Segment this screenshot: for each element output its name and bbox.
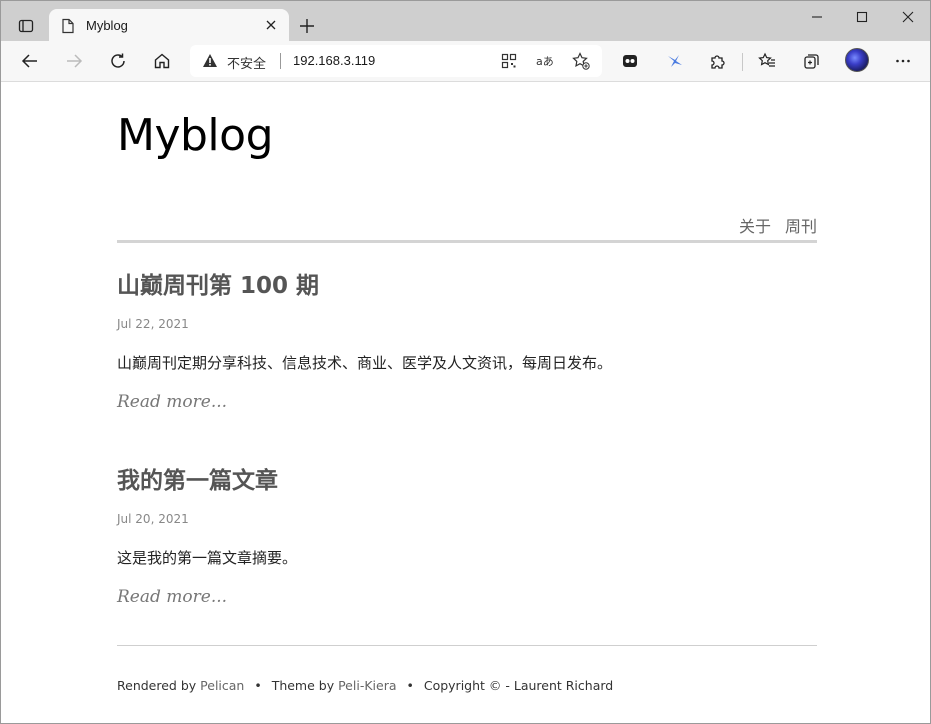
address-bar[interactable]: 不安全 192.168.3.119 aあ — [190, 45, 602, 77]
site-nav: 关于 周刊 — [725, 213, 817, 237]
footer-copyright: Copyright © - Laurent Richard — [423, 678, 614, 693]
svg-text:aあ: aあ — [536, 55, 554, 68]
page-icon — [61, 18, 75, 38]
nav-item-about[interactable]: 关于 — [739, 217, 771, 236]
footer: Rendered by Pelican • Theme by Peli-Kier… — [117, 678, 613, 693]
star-add-icon[interactable] — [571, 52, 591, 70]
browser-window: Myblog 不安全 192.168.3.119 aあ Myblog 关于 周刊… — [0, 0, 931, 724]
refresh-icon[interactable] — [106, 49, 130, 73]
nav-item-weekly[interactable]: 周刊 — [785, 217, 817, 236]
footer-rendered-by: Rendered by — [117, 678, 197, 693]
footer-bullet: • — [406, 678, 414, 693]
article-title[interactable]: 我的第一篇文章 — [117, 461, 278, 495]
home-icon[interactable] — [150, 49, 174, 73]
back-arrow-icon[interactable] — [18, 49, 42, 73]
browser-tab[interactable]: Myblog — [49, 9, 289, 42]
nav-divider — [117, 240, 817, 243]
article-date: Jul 20, 2021 — [117, 512, 189, 526]
plus-icon[interactable] — [296, 15, 318, 37]
article-summary: 山巅周刊定期分享科技、信息技术、商业、医学及人文资讯，每周日发布。 — [117, 354, 613, 372]
tab-title: Myblog — [86, 18, 128, 33]
insecure-label[interactable]: 不安全 — [227, 53, 266, 72]
title-bar: Myblog — [1, 1, 930, 42]
qr-icon[interactable] — [499, 52, 519, 70]
read-aloud-icon[interactable]: aあ — [535, 52, 555, 70]
favorites-icon[interactable] — [755, 49, 779, 73]
collections-icon[interactable] — [800, 49, 824, 73]
minimize-icon[interactable] — [805, 7, 829, 27]
toolbar-separator — [742, 53, 743, 71]
web-page: Myblog 关于 周刊 山巅周刊第 100 期 Jul 22, 2021 山巅周… — [1, 82, 930, 723]
window-close-icon[interactable] — [896, 7, 920, 27]
browser-toolbar: 不安全 192.168.3.119 aあ — [1, 41, 930, 82]
read-more-link[interactable]: Read more... — [117, 587, 227, 607]
url-text[interactable]: 192.168.3.119 — [293, 53, 375, 68]
warning-icon[interactable] — [202, 53, 218, 72]
footer-bullet: • — [254, 678, 262, 693]
site-title[interactable]: Myblog — [117, 110, 274, 161]
puzzle-icon[interactable] — [706, 49, 730, 73]
footer-divider — [117, 645, 817, 646]
bird-extension-icon[interactable] — [663, 49, 687, 73]
tab-actions-icon[interactable] — [12, 12, 40, 40]
article-summary: 这是我的第一篇文章摘要。 — [117, 549, 298, 567]
more-icon[interactable] — [891, 49, 915, 73]
address-separator — [280, 53, 281, 69]
maximize-icon[interactable] — [850, 7, 874, 27]
footer-theme-by: Theme by — [271, 678, 335, 693]
forward-arrow-icon[interactable] — [62, 49, 86, 73]
pelican-link[interactable]: Pelican — [200, 678, 244, 693]
theme-link[interactable]: Peli-Kiera — [338, 678, 396, 693]
profile-avatar[interactable] — [845, 48, 869, 72]
extension-app-icon[interactable] — [618, 49, 642, 73]
article-title[interactable]: 山巅周刊第 100 期 — [117, 266, 319, 300]
close-icon[interactable] — [263, 17, 279, 33]
article-date: Jul 22, 2021 — [117, 317, 189, 331]
read-more-link[interactable]: Read more... — [117, 392, 227, 412]
